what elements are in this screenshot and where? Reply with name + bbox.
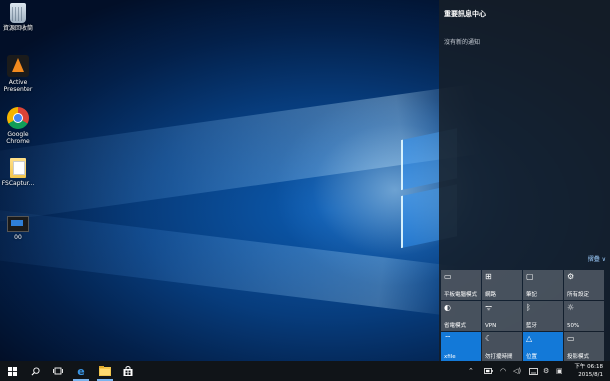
quick-action-label: 網路 [485,292,497,298]
note-icon: ▢ [526,272,534,281]
volume-icon: ◁) [513,367,522,375]
windows-start-icon [7,366,17,376]
wifi-tray-icon: ◠ [500,367,507,375]
desktop-icon-00[interactable]: 00 [0,212,36,241]
screenshot-file-icon [7,216,29,232]
vpn-icon: ᯤ [485,303,493,312]
file-explorer-icon [99,366,111,376]
quick-action-label: 平板電腦模式 [444,292,478,298]
quick-action-note[interactable]: ▢ 筆記 [523,270,563,300]
recycle-bin-icon [10,3,26,23]
quick-action-tablet-mode[interactable]: ▭ 平板電腦模式 [441,270,481,300]
action-center-button[interactable]: ⚙ [543,361,549,381]
quick-action-battery-saver[interactable]: ◐ 省電模式 [441,301,481,331]
keyboard-button[interactable] [529,361,538,381]
quick-action-label: 筆記 [526,292,538,298]
settings-icon: ⚙ [543,367,550,375]
active-presenter-icon [7,55,29,77]
desktop-icon-label: Google Chrome [6,131,30,145]
quiet-hours-moon-icon: ☾ [485,334,493,343]
action-center-title: 重要訊息中心 [444,10,486,18]
store-bag-icon [123,366,133,376]
chevron-up-icon: ⌃ [468,367,474,375]
project-icon: ▭ [567,334,575,343]
settings-gear-icon: ⚙ [567,272,575,281]
quick-action-bluetooth[interactable]: ᛒ 藍牙 [523,301,563,331]
search-icon [31,366,40,375]
quick-action-label: 省電模式 [444,323,467,329]
task-view-icon [53,367,63,375]
task-view-button[interactable] [48,361,68,381]
wifi-tray-button[interactable]: ◠ [500,361,506,381]
quick-action-label: 50% [567,323,580,329]
show-hidden-icons-button[interactable]: ⌃ [468,361,474,381]
desktop-icon-label: FSCaptur... [1,180,35,187]
bluetooth-icon: ᛒ [526,303,531,312]
clock[interactable]: 下午 06:18 2015/8/1 [574,363,603,379]
battery-saver-icon: ◐ [444,303,451,312]
quick-action-location[interactable]: △ 位置 [523,332,563,362]
desktop-icon-label: 資源回收筒 [2,25,33,32]
desktop-icon-label: 00 [14,234,22,241]
volume-button[interactable]: ◁) [513,361,521,381]
action-center-panel: 重要訊息中心 沒有新的通知 摺疊 ∨ ▭ 平板電腦模式 ⊞ 網路 ▢ 筆記 ⚙ … [439,0,610,362]
quick-action-label: xfile [444,354,456,360]
quick-action-all-settings[interactable]: ⚙ 所有設定 [564,270,604,300]
network-tray-button[interactable]: ▣ [556,361,563,381]
keyboard-icon [529,367,538,375]
quick-action-label: 所有設定 [567,292,590,298]
taskbar: e ⌃ ◠ ◁) ⚙ ▣ 下午 06:18 2015/8/1 [0,361,610,381]
desktop-icon-google-chrome[interactable]: Google Chrome [0,107,36,145]
taskbar-file-explorer[interactable] [94,361,116,381]
quick-action-wifi[interactable]: ⌔ xfile [441,332,481,362]
brightness-icon: ☼ [567,303,575,312]
battery-icon [484,368,493,374]
quick-actions-grid: ▭ 平板電腦模式 ⊞ 網路 ▢ 筆記 ⚙ 所有設定 ◐ 省電模式 ᯤ VPN ᛒ… [441,270,609,362]
battery-button[interactable] [484,361,493,381]
taskbar-store[interactable] [118,361,138,381]
no-notifications-text: 沒有新的通知 [444,39,481,46]
quick-action-brightness[interactable]: ☼ 50% [564,301,604,331]
chrome-icon [7,107,29,129]
desktop-icon-recycle-bin[interactable]: 資源回收筒 [0,3,36,32]
wifi-icon: ⌔ [444,334,452,343]
quick-action-quiet-hours[interactable]: ☾ 勿打擾時間 [482,332,522,362]
quick-action-label: 藍牙 [526,323,538,329]
desktop-icon-label: Active Presenter [3,79,33,93]
quick-action-label: 投影模式 [567,354,590,360]
quick-action-vpn[interactable]: ᯤ VPN [482,301,522,331]
collapse-button[interactable]: 摺疊 ∨ [588,254,606,263]
quick-action-network[interactable]: ⊞ 網路 [482,270,522,300]
network-icon: ⊞ [485,272,492,281]
quick-action-project[interactable]: ▭ 投影模式 [564,332,604,362]
clock-time: 下午 06:18 [574,364,603,370]
location-icon: △ [526,334,533,343]
desktop-icon-active-presenter[interactable]: Active Presenter [0,55,36,93]
desktop-icon-fscapture[interactable]: FSCaptur... [0,158,36,187]
tablet-mode-icon: ▭ [444,272,452,281]
folder-icon [10,158,26,178]
quick-action-label: 勿打擾時間 [485,354,513,360]
network-tray-icon: ▣ [556,367,563,375]
quick-action-label: VPN [485,323,497,329]
light-beam [0,203,462,317]
edge-icon: e [77,364,85,378]
taskbar-edge[interactable]: e [70,361,92,381]
clock-date: 2015/8/1 [578,372,603,378]
quick-action-label: 位置 [526,354,538,360]
search-button[interactable] [25,361,45,381]
start-button[interactable] [0,361,24,381]
